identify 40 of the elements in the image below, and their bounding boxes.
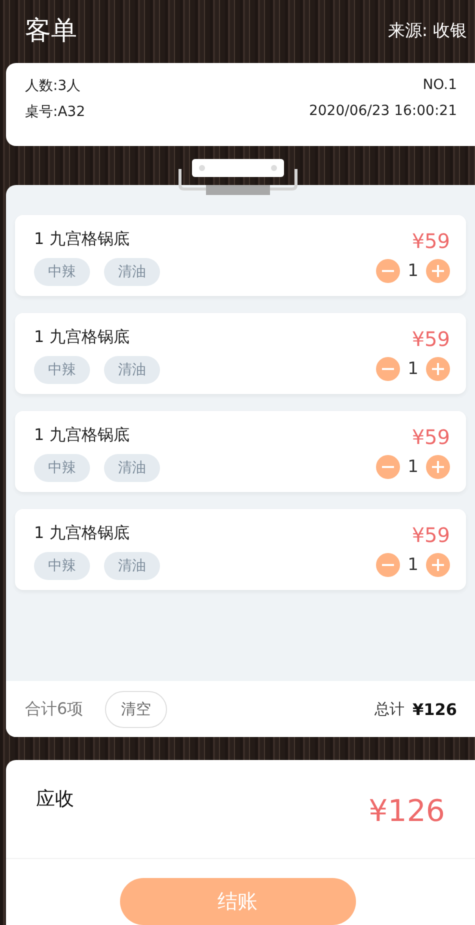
quantity: 1 bbox=[406, 456, 420, 477]
minus-icon[interactable] bbox=[376, 356, 400, 381]
dish-name: 1 九宫格锅底 bbox=[34, 326, 130, 348]
page-title: 客单 bbox=[25, 14, 77, 48]
order-time: 2020/06/23 16:00:21 bbox=[308, 103, 457, 122]
dish-price: ¥59 bbox=[412, 326, 450, 351]
option-tag: 中辣 bbox=[34, 552, 90, 580]
total-amount: ¥126 bbox=[412, 700, 457, 718]
plus-icon[interactable] bbox=[426, 258, 450, 283]
dish-name: 1 九宫格锅底 bbox=[34, 424, 130, 446]
guest-count: 人数:3人 bbox=[25, 77, 81, 96]
source-label: 来源: 收银 bbox=[388, 20, 467, 42]
option-tag: 清油 bbox=[104, 258, 160, 286]
minus-icon[interactable] bbox=[376, 552, 400, 577]
quantity: 1 bbox=[406, 554, 420, 575]
table-number: 桌号:A32 bbox=[25, 103, 86, 122]
receivable-label: 应收 bbox=[36, 787, 74, 812]
dish-price: ¥59 bbox=[412, 522, 450, 547]
plus-icon[interactable] bbox=[426, 552, 450, 577]
minus-icon[interactable] bbox=[376, 454, 400, 479]
option-tag: 中辣 bbox=[34, 454, 90, 482]
plus-icon[interactable] bbox=[426, 356, 450, 381]
option-tag: 清油 bbox=[104, 552, 160, 580]
quantity: 1 bbox=[406, 260, 420, 281]
dish-name: 1 九宫格锅底 bbox=[34, 228, 130, 250]
order-number: NO.1 bbox=[422, 77, 457, 96]
dish-price: ¥59 bbox=[412, 424, 450, 449]
quantity: 1 bbox=[406, 358, 420, 379]
plus-icon[interactable] bbox=[426, 454, 450, 479]
option-tag: 清油 bbox=[104, 454, 160, 482]
option-tag: 清油 bbox=[104, 356, 160, 384]
receivable-amount: ¥126 bbox=[368, 794, 445, 829]
dish-price: ¥59 bbox=[412, 228, 450, 253]
dish-name: 1 九宫格锅底 bbox=[34, 522, 130, 544]
option-tag: 中辣 bbox=[34, 258, 90, 286]
option-tag: 中辣 bbox=[34, 356, 90, 384]
item-count: 合计6项 bbox=[25, 698, 84, 720]
clear-button[interactable]: 清空 bbox=[105, 690, 168, 728]
total-label: 总计 bbox=[374, 700, 404, 718]
minus-icon[interactable] bbox=[376, 258, 400, 283]
